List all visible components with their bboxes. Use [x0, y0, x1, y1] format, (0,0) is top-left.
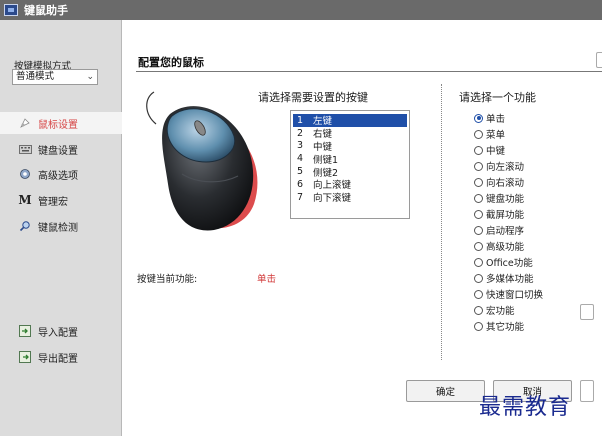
macro-m-icon: M — [18, 193, 32, 207]
sidebar-item-mouse-settings[interactable]: 鼠标设置 — [0, 112, 122, 134]
export-icon — [18, 351, 32, 363]
page-title: 配置您的鼠标 — [138, 56, 204, 69]
list-item[interactable]: 2 右键 — [293, 127, 407, 141]
current-function-value: 单击 — [257, 274, 277, 285]
radio[interactable] — [474, 257, 483, 267]
window-title: 键鼠助手 — [24, 4, 68, 17]
radio[interactable] — [474, 321, 483, 331]
sidebar-item-label: 鼠标设置 — [38, 119, 78, 131]
section-divider — [441, 84, 442, 360]
function-option-advanced[interactable]: 高级功能 — [474, 238, 543, 254]
sidebar-item-device-detect[interactable]: 键鼠检测 — [0, 215, 122, 237]
function-option-scroll-left[interactable]: 向左滚动 — [474, 158, 543, 174]
sidebar-item-keyboard-settings[interactable]: 键盘设置 — [0, 138, 122, 160]
function-option-menu[interactable]: 菜单 — [474, 126, 543, 142]
radio[interactable] — [474, 241, 483, 251]
sidebar-item-label: 高级选项 — [38, 170, 78, 182]
function-option-keyboard[interactable]: 键盘功能 — [474, 190, 543, 206]
app-logo-icon — [4, 4, 18, 16]
mouse-illustration — [142, 84, 272, 236]
list-item[interactable]: 3 中键 — [293, 140, 407, 153]
radio[interactable] — [474, 225, 483, 235]
function-option-office[interactable]: Office功能 — [474, 254, 543, 270]
list-item[interactable]: 1 左键 — [293, 114, 407, 127]
radio[interactable] — [474, 177, 483, 187]
extra-button-edge[interactable] — [580, 380, 594, 402]
radio[interactable] — [474, 273, 483, 283]
sidebar-item-label: 键鼠检测 — [38, 222, 78, 234]
chevron-down-icon: ⌄ — [86, 72, 94, 82]
function-radio-group: 单击 菜单 中键 向左滚动 向右滚动 键盘功能 截屏功能 启动程序 高级功能 O… — [474, 110, 543, 334]
function-option-multimedia[interactable]: 多媒体功能 — [474, 270, 543, 286]
title-bar: 键鼠助手 — [0, 0, 602, 20]
import-config-label: 导入配置 — [38, 327, 78, 339]
simulation-mode-value: 普通模式 — [16, 71, 55, 82]
sidebar-item-manage-macros[interactable]: M 管理宏 — [0, 189, 122, 211]
radio[interactable] — [474, 145, 483, 155]
radio[interactable] — [474, 129, 483, 139]
import-config-button[interactable]: 导入配置 — [0, 320, 122, 342]
main-header: 配置您的鼠标 — [136, 50, 602, 72]
export-config-button[interactable]: 导出配置 — [0, 346, 122, 368]
radio[interactable] — [474, 305, 483, 315]
function-option-macro[interactable]: 宏功能 — [474, 302, 543, 318]
function-option-screenshot[interactable]: 截屏功能 — [474, 206, 543, 222]
function-select-heading: 请选择一个功能 — [459, 91, 536, 104]
key-listbox[interactable]: 1 左键 2 右键 3 中键 4 侧键1 5 侧键2 6 向上滚键 7 向下滚键 — [290, 110, 410, 219]
corner-brand-watermark: 最需教育 — [479, 395, 572, 420]
list-item[interactable]: 7 向下滚键 — [293, 191, 407, 205]
header-side-control[interactable] — [596, 52, 602, 68]
function-option-middle[interactable]: 中键 — [474, 142, 543, 158]
export-config-label: 导出配置 — [38, 353, 78, 365]
list-item[interactable]: 6 向上滚键 — [293, 178, 407, 192]
key-select-heading: 请选择需要设置的按键 — [258, 91, 368, 104]
sidebar-item-advanced-options[interactable]: 高级选项 — [0, 163, 122, 185]
function-option-click[interactable]: 单击 — [474, 110, 543, 126]
radio[interactable] — [474, 289, 483, 299]
keyboard-icon — [18, 143, 32, 155]
radio[interactable] — [474, 161, 483, 171]
radio-selected[interactable] — [474, 113, 483, 123]
ok-button[interactable]: 确定 — [406, 380, 485, 402]
sidebar-item-label: 管理宏 — [38, 196, 68, 208]
import-icon — [18, 325, 32, 337]
mouse-settings-icon — [18, 117, 32, 129]
function-option-window-switch[interactable]: 快速窗口切换 — [474, 286, 543, 302]
function-option-other[interactable]: 其它功能 — [474, 318, 543, 334]
list-item[interactable]: 5 侧键2 — [293, 165, 407, 179]
sidebar: 按键模拟方式 普通模式 ⌄ 鼠标设置 键盘设置 高级选项 M 管理宏 键鼠检测 — [0, 20, 122, 436]
list-item[interactable]: 4 侧键1 — [293, 152, 407, 166]
function-side-control[interactable] — [580, 304, 594, 320]
advanced-options-icon — [18, 168, 32, 180]
function-option-launch[interactable]: 启动程序 — [474, 222, 543, 238]
radio[interactable] — [474, 209, 483, 219]
detect-icon — [18, 220, 32, 232]
current-function-label: 按键当前功能: — [137, 274, 198, 285]
function-option-scroll-right[interactable]: 向右滚动 — [474, 174, 543, 190]
radio[interactable] — [474, 193, 483, 203]
simulation-mode-select[interactable]: 普通模式 ⌄ — [12, 69, 98, 85]
sidebar-item-label: 键盘设置 — [38, 145, 78, 157]
